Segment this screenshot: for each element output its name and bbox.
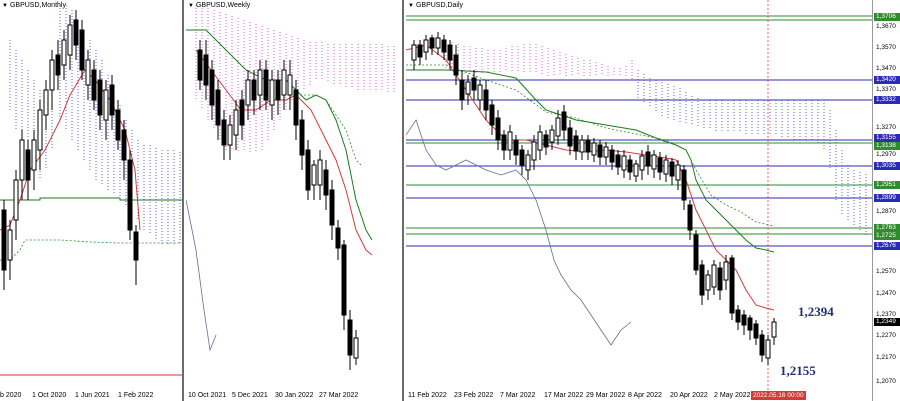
price-tag: 1,2763	[874, 224, 900, 232]
price-tag: 1,3035	[874, 162, 900, 170]
daily-chart-canvas	[406, 0, 872, 390]
monthly-x-label: 1 Feb 2022	[118, 392, 154, 399]
weekly-candles	[197, 40, 359, 370]
daily-x-label: 7 Mar 2022	[500, 392, 536, 399]
price-label: 1,2170	[876, 354, 896, 361]
price-tag: 1,3420	[874, 76, 900, 84]
daily-x-label: 20 Apr 2022	[670, 392, 708, 399]
daily-x-label: 2 May 2022	[714, 392, 751, 399]
weekly-panel-title: ▼ GBPUSD,Weekly	[188, 2, 251, 9]
dropdown-triangle-icon[interactable]: ▼	[408, 3, 414, 9]
price-tag: 1,3706	[874, 13, 900, 21]
price-label: 1,3370	[876, 86, 896, 93]
monthly-panel-title: ▼ GBPUSD,Monthly	[2, 2, 66, 9]
current-price-tag: 1,2349	[874, 318, 900, 326]
daily-x-label: 17 Mar 2022	[544, 392, 584, 399]
price-label: 1,2070	[876, 378, 896, 385]
monthly-senkou-line	[0, 239, 182, 261]
weekly-chart-panel[interactable]: ▼ GBPUSD,Weekly 10 Oct 2021 5 Dec 2021 30…	[186, 0, 404, 401]
daily-chart-panel[interactable]: ▼ GBPUSD,Daily 11 Feb 2022 23 Feb 2022 7 …	[406, 0, 900, 401]
daily-panel-title: ▼ GBPUSD,Daily	[408, 2, 464, 9]
monthly-x-label: 1 Jun 2021	[75, 392, 110, 399]
weekly-x-label: 30 Jan 2022	[275, 392, 314, 399]
weekly-x-label: 27 Mar 2022	[319, 392, 359, 399]
price-label: 1,2470	[876, 290, 896, 297]
price-tag: 1,3332	[874, 96, 900, 104]
upper-level-annotation: 1,2394	[798, 304, 834, 319]
price-label: 1,2270	[876, 332, 896, 339]
current-date-tag: 2022.05.16 00:00	[751, 391, 806, 400]
monthly-chart-canvas	[0, 5, 182, 376]
price-label: 1,2370	[876, 311, 896, 318]
monthly-x-label: b 2020	[0, 392, 22, 399]
price-tag: 1,2676	[874, 242, 900, 250]
price-tag: 1,3138	[874, 142, 900, 150]
weekly-chikou-line	[186, 199, 217, 352]
monthly-candles	[1, 10, 139, 290]
daily-x-label: 11 Feb 2022	[408, 392, 447, 399]
daily-ichimoku-cloud-blue	[637, 70, 867, 236]
price-label: 1,2970	[876, 151, 896, 158]
dropdown-triangle-icon[interactable]: ▼	[188, 3, 194, 9]
weekly-chart-canvas	[186, 5, 395, 370]
monthly-chart-panel[interactable]: ▼ GBPUSD,Monthly b 2020 1 Oct 2020 1 Jun …	[0, 0, 184, 401]
monthly-ichimoku-cloud	[9, 5, 181, 244]
price-tag: 1,2725	[874, 232, 900, 240]
price-label: 1,3670	[876, 23, 896, 30]
weekly-x-label: 10 Oct 2021	[188, 392, 227, 399]
price-label: 1,2870	[876, 208, 896, 215]
price-label: 1,3570	[876, 44, 896, 51]
price-label: 1,3470	[876, 65, 896, 72]
price-label: 1,3270	[876, 124, 896, 131]
weekly-x-label: 5 Dec 2021	[232, 392, 268, 399]
daily-x-label: 23 Feb 2022	[454, 392, 494, 399]
price-tag: 1,2899	[874, 194, 900, 202]
daily-x-label: 8 Apr 2022	[628, 392, 662, 399]
price-label: 1,2570	[876, 268, 896, 275]
price-tag: 1,3155	[874, 134, 900, 142]
monthly-x-label: 1 Oct 2020	[32, 392, 67, 399]
price-tag: 1,2951	[874, 181, 900, 189]
dropdown-triangle-icon[interactable]: ▼	[2, 3, 8, 9]
lower-level-annotation: 1,2155	[780, 363, 816, 378]
daily-x-label: 29 Mar 2022	[586, 392, 626, 399]
